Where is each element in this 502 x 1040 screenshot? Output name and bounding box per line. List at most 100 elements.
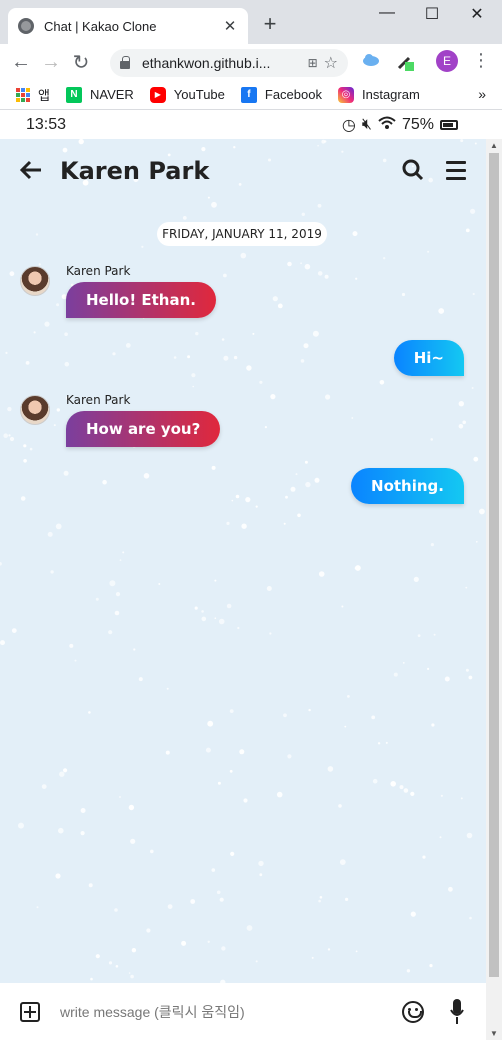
profile-avatar[interactable]: E bbox=[436, 50, 458, 72]
snowflake bbox=[264, 426, 267, 429]
message-bubble-outgoing: Nothing. bbox=[351, 468, 464, 504]
address-bar[interactable]: ethankwon.github.i... ⊞ ☆ bbox=[110, 49, 348, 77]
snowflake bbox=[25, 361, 30, 365]
snowflake bbox=[211, 465, 216, 470]
snowflake bbox=[102, 479, 107, 485]
reload-button[interactable]: ↻ bbox=[66, 50, 96, 75]
snowflake bbox=[23, 444, 27, 448]
snowflake bbox=[5, 351, 8, 354]
snowflake bbox=[114, 908, 118, 912]
minimize-button[interactable]: — bbox=[372, 4, 402, 22]
snowflake bbox=[130, 838, 136, 844]
bookmark-naver[interactable]: N NAVER bbox=[65, 86, 134, 103]
snowflake bbox=[466, 832, 473, 839]
snowflake bbox=[115, 592, 121, 597]
close-window-button[interactable]: ✕ bbox=[462, 4, 492, 24]
url-text: ethankwon.github.i... bbox=[142, 55, 271, 71]
page-viewport: 13:53 ◷ 🔇︎ 75% Karen Park FRIDAY, JANUAR… bbox=[0, 111, 502, 1040]
snowflake bbox=[133, 648, 136, 651]
message-composer bbox=[0, 983, 486, 1040]
new-tab-button[interactable]: + bbox=[258, 12, 282, 36]
snowflake bbox=[283, 522, 286, 525]
snowflake bbox=[276, 791, 283, 798]
bookmark-apps[interactable]: 앱 bbox=[16, 85, 50, 104]
snowflake bbox=[458, 401, 464, 407]
snowflake bbox=[223, 355, 229, 361]
snowflake bbox=[290, 486, 296, 492]
snowflake bbox=[476, 541, 478, 543]
snowflake bbox=[29, 447, 33, 451]
snowflake bbox=[439, 836, 442, 839]
snowflake bbox=[90, 977, 93, 981]
snowflake bbox=[243, 798, 248, 803]
back-arrow-icon[interactable] bbox=[19, 156, 48, 187]
snowflake bbox=[479, 508, 485, 515]
date-divider: FRIDAY, JANUARY 11, 2019 bbox=[157, 222, 327, 246]
snowflake bbox=[317, 203, 322, 208]
back-button[interactable]: ← bbox=[6, 51, 36, 74]
scroll-up-icon[interactable]: ▲ bbox=[490, 141, 498, 150]
snowflake bbox=[58, 827, 64, 834]
snowflake bbox=[18, 822, 24, 829]
snowflake bbox=[355, 565, 361, 571]
snowflake bbox=[56, 408, 60, 412]
snowflake bbox=[9, 436, 15, 442]
snowflake bbox=[226, 603, 232, 609]
snowflake bbox=[115, 965, 119, 968]
close-tab-icon[interactable]: ✕ bbox=[222, 17, 238, 35]
snowflake bbox=[0, 640, 5, 646]
avatar[interactable] bbox=[20, 395, 50, 425]
bookmark-facebook[interactable]: f Facebook bbox=[240, 86, 322, 103]
snowflake bbox=[303, 343, 309, 349]
browser-tab[interactable]: Chat | Kakao Clone ✕ bbox=[8, 8, 248, 44]
cloud-extension-icon[interactable] bbox=[362, 52, 380, 71]
snowflake bbox=[59, 771, 65, 777]
snowflake bbox=[237, 626, 240, 630]
maximize-button[interactable]: ☐ bbox=[417, 4, 447, 24]
snowflake bbox=[207, 720, 214, 727]
menu-icon[interactable] bbox=[446, 161, 466, 180]
scrollbar-thumb[interactable] bbox=[489, 153, 499, 977]
bookmark-youtube[interactable]: ▶ YouTube bbox=[149, 86, 225, 103]
snowflake bbox=[410, 911, 416, 917]
snowflake bbox=[469, 916, 472, 920]
translate-icon[interactable]: ⊞ bbox=[308, 56, 318, 70]
snowflake bbox=[219, 897, 224, 902]
bookmark-instagram[interactable]: ◎ Instagram bbox=[337, 86, 420, 103]
apps-icon bbox=[16, 87, 30, 102]
add-attachment-button[interactable] bbox=[20, 1001, 40, 1022]
emoji-icon[interactable] bbox=[402, 1001, 424, 1023]
snowflake bbox=[64, 361, 70, 367]
snowflake bbox=[240, 252, 247, 259]
snowflake bbox=[119, 796, 121, 798]
message-input[interactable] bbox=[60, 1003, 370, 1020]
sender-name: Karen Park bbox=[66, 264, 131, 278]
snowflake bbox=[338, 804, 342, 808]
snowflake bbox=[108, 630, 113, 635]
message-bubble-outgoing: Hi~ bbox=[393, 340, 464, 376]
snowflake bbox=[229, 709, 234, 713]
forward-button[interactable]: → bbox=[36, 51, 66, 74]
snowflake bbox=[390, 781, 397, 787]
snowflake bbox=[109, 580, 116, 587]
browser-menu-icon[interactable]: ⋮ bbox=[472, 50, 490, 71]
snowflake bbox=[444, 676, 450, 682]
bookmarks-more-button[interactable]: » bbox=[478, 86, 486, 102]
snowflake bbox=[393, 672, 398, 677]
avatar[interactable] bbox=[20, 266, 50, 296]
snowflake bbox=[422, 855, 426, 859]
snowflake bbox=[233, 355, 238, 360]
scroll-down-icon[interactable]: ▼ bbox=[490, 1029, 498, 1038]
phone-status-bar: 13:53 ◷ 🔇︎ 75% bbox=[0, 111, 502, 139]
microphone-icon[interactable] bbox=[450, 998, 464, 1026]
search-icon[interactable] bbox=[402, 159, 424, 181]
snowflake bbox=[283, 713, 287, 718]
bookmark-star-icon[interactable]: ☆ bbox=[324, 53, 338, 73]
page-scrollbar[interactable]: ▲ ▼ bbox=[486, 139, 502, 1040]
snowflake bbox=[327, 948, 331, 951]
snowflake bbox=[379, 380, 385, 385]
snowflake bbox=[190, 899, 196, 904]
eyedropper-extension-icon[interactable] bbox=[395, 52, 415, 77]
snowflake bbox=[399, 785, 404, 790]
snowflake bbox=[88, 711, 91, 714]
